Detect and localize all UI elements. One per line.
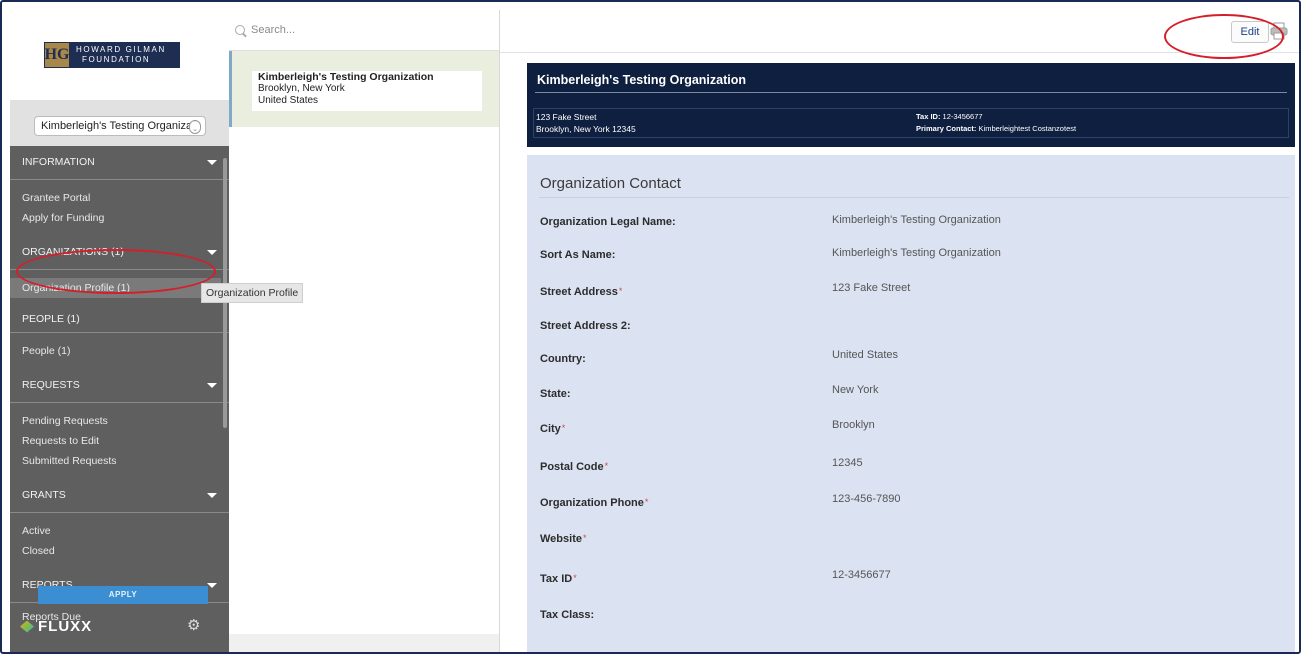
caret-down-icon[interactable] [207, 493, 217, 498]
field-label: Organization Phone [540, 497, 644, 509]
detail-pane: Edit Kimberleigh's Testing Organization … [500, 10, 1299, 652]
field-row: Organization Legal Name: Kimberleigh's Te… [540, 214, 1290, 236]
section-people[interactable]: PEOPLE (1) [10, 306, 229, 333]
field-value: Brooklyn [832, 419, 875, 431]
header-title: Kimberleigh's Testing Organization [537, 73, 747, 87]
field-row: Website* [540, 533, 1290, 553]
header-city-line: Brooklyn, New York 12345 [536, 124, 636, 134]
field-label: Street Address 2: [540, 320, 631, 332]
required-asterisk: * [618, 286, 623, 296]
sidebar-item-pending-requests[interactable]: Pending Requests [10, 411, 229, 431]
field-value: Kimberleigh's Testing Organization [832, 214, 1001, 226]
apply-area: APPLY [10, 576, 229, 616]
field-label: Website [540, 533, 582, 545]
app-window: HG HOWARD GILMAN FOUNDATION Kimberleigh'… [0, 0, 1301, 654]
logo-line1: HOWARD GILMAN [76, 45, 166, 54]
sidebar-item-closed[interactable]: Closed [10, 541, 229, 561]
field-row: State: New York [540, 384, 1290, 408]
caret-down-icon[interactable] [207, 160, 217, 165]
field-label: Country: [540, 353, 586, 365]
section-grants[interactable]: GRANTS [10, 479, 229, 513]
field-value: 123 Fake Street [832, 282, 911, 294]
annotation-oval-org-profile [16, 249, 216, 294]
logo-mark: HG [44, 42, 70, 68]
organization-select-value: Kimberleigh's Testing Organiza [41, 120, 193, 132]
field-row: Tax Class: [540, 609, 1290, 629]
required-asterisk: * [582, 533, 587, 543]
list-item-country: United States [258, 95, 319, 106]
field-row: City* Brooklyn [540, 419, 1290, 443]
field-label: Postal Code [540, 461, 604, 473]
sidebar: HG HOWARD GILMAN FOUNDATION Kimberleigh'… [10, 10, 229, 652]
field-label: Tax ID [540, 573, 573, 585]
field-row: Organization Phone* 123-456-7890 [540, 493, 1290, 517]
search-input[interactable]: Search... [251, 24, 295, 36]
search-box[interactable]: Search... [235, 24, 295, 36]
caret-down-icon[interactable] [207, 250, 217, 255]
field-label: Sort As Name: [540, 249, 616, 261]
list-item-city: Brooklyn, New York [258, 83, 345, 94]
organization-select[interactable]: Kimberleigh's Testing Organiza ⌃ ⌄ [34, 116, 206, 136]
field-label: State: [540, 388, 571, 400]
field-row: Sort As Name: Kimberleigh's Testing Organ… [540, 247, 1290, 269]
header-street: 123 Fake Street [536, 112, 597, 122]
field-value: New York [832, 384, 879, 396]
section-requests[interactable]: REQUESTS [10, 369, 229, 403]
organization-header: Kimberleigh's Testing Organization 123 F… [527, 63, 1295, 147]
field-row: Country: United States [540, 349, 1290, 373]
sidebar-item-people[interactable]: People (1) [10, 341, 229, 361]
gear-icon[interactable]: ⚙ [187, 616, 200, 634]
list-card[interactable]: Kimberleigh's Testing Organization Brook… [252, 71, 482, 111]
required-asterisk: * [644, 497, 649, 507]
sidebar-item-active[interactable]: Active [10, 521, 229, 541]
annotation-oval-edit [1164, 14, 1284, 59]
sidebar-item-requests-to-edit[interactable]: Requests to Edit [10, 431, 229, 451]
results-list-pane: Search... Kimberleigh's Testing Organiza… [229, 10, 500, 652]
logo-area: HG HOWARD GILMAN FOUNDATION [10, 10, 229, 100]
fluxx-logo: FLUXX [20, 618, 92, 635]
header-primary-contact: Primary Contact: Kimberleightest Costanz… [916, 124, 1077, 133]
tooltip: Organization Profile [201, 283, 304, 303]
field-row: Postal Code* 12345 [540, 457, 1290, 481]
section-information[interactable]: INFORMATION [10, 146, 229, 180]
sidebar-item-grantee-portal[interactable]: Grantee Portal [10, 188, 229, 208]
header-tax-id: Tax ID: 12-3456677 [916, 112, 983, 121]
sidebar-item-submitted-requests[interactable]: Submitted Requests [10, 451, 229, 471]
fluxx-mark-icon [20, 620, 34, 633]
field-label: Organization Legal Name: [540, 216, 676, 228]
required-asterisk: * [604, 461, 609, 471]
search-icon [235, 25, 245, 35]
list-item[interactable]: Kimberleigh's Testing Organization Brook… [229, 51, 499, 127]
required-asterisk: * [573, 573, 577, 583]
field-row: Tax ID* 12-3456677 [540, 569, 1290, 593]
organization-contact-panel: Organization Contact Organization Legal … [527, 155, 1295, 652]
howard-gilman-logo: HG HOWARD GILMAN FOUNDATION [44, 42, 180, 68]
field-value: 12345 [832, 457, 863, 469]
header-info-box: 123 Fake Street Brooklyn, New York 12345… [533, 108, 1289, 138]
select-updown-icon: ⌃ ⌄ [189, 120, 201, 134]
list-pager[interactable] [229, 634, 499, 652]
field-value: United States [832, 349, 899, 361]
field-label: Tax Class: [540, 609, 595, 621]
caret-down-icon[interactable] [207, 383, 217, 388]
required-asterisk: * [561, 423, 566, 433]
field-value: Kimberleigh's Testing Organization [832, 247, 1001, 259]
field-label: City [540, 423, 561, 435]
logo-line2: FOUNDATION [82, 54, 151, 64]
field-value: 12-3456677 [832, 569, 891, 581]
field-row: Street Address* 123 Fake Street [540, 282, 1290, 306]
sidebar-item-apply-for-funding[interactable]: Apply for Funding [10, 208, 229, 228]
apply-button[interactable]: APPLY [38, 586, 208, 604]
section-title: Organization Contact [540, 175, 681, 192]
field-label: Street Address [540, 286, 618, 298]
field-value: 123-456-7890 [832, 493, 901, 505]
sidebar-nav: INFORMATION Grantee Portal Apply for Fun… [10, 146, 229, 627]
list-item-name: Kimberleigh's Testing Organization [258, 71, 434, 83]
fluxx-brand: FLUXX [38, 618, 93, 635]
field-row: Street Address 2: [540, 320, 1290, 340]
